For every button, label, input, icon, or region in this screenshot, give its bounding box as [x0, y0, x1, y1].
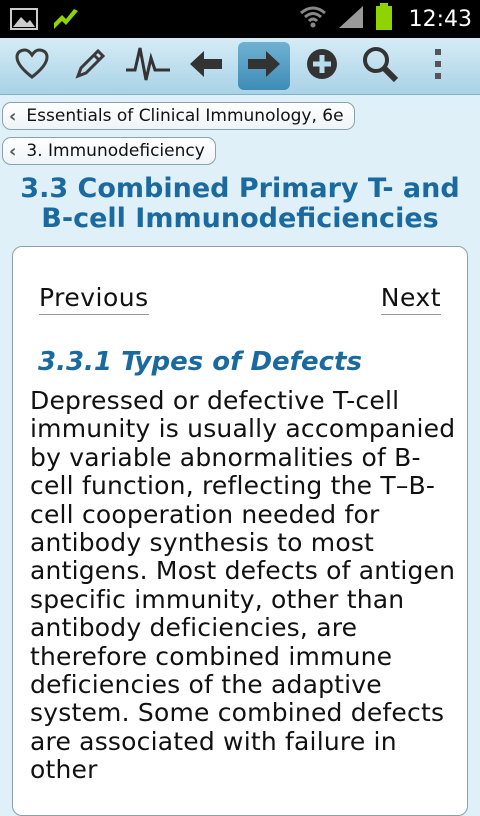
chevron-left-icon: ‹ [9, 140, 17, 162]
forward-button[interactable] [238, 42, 290, 90]
page-title: 3.3 Combined Primary T- and B-cell Immun… [20, 173, 460, 234]
breadcrumb-label: Essentials of Clinical Immunology, 6e [26, 106, 344, 126]
arrow-left-icon [188, 49, 224, 83]
annotate-button[interactable] [64, 42, 116, 90]
search-icon [361, 45, 399, 87]
breadcrumb-chapter[interactable]: ‹ 3. Immunodeficiency [2, 137, 216, 165]
content-card: Previous Next 3.3.1 Types of Defects Dep… [12, 246, 468, 816]
next-link[interactable]: Next [380, 283, 441, 315]
breadcrumb-book[interactable]: ‹ Essentials of Clinical Immunology, 6e [2, 102, 355, 130]
image-icon [10, 8, 38, 34]
signal-icon [337, 4, 365, 34]
add-icon [305, 47, 339, 85]
sync-icon [52, 7, 80, 35]
pulse-icon [125, 44, 171, 88]
pencil-icon [72, 46, 108, 86]
section-heading: 3.3.1 Types of Defects [38, 347, 362, 377]
back-button[interactable] [180, 42, 232, 90]
status-bar: 12:43 [0, 0, 480, 38]
favorite-button[interactable] [6, 42, 58, 90]
body-paragraph: Depressed or defective T-cell immunity i… [30, 386, 456, 785]
overflow-menu-icon [433, 47, 443, 85]
wifi-icon [299, 5, 327, 33]
chevron-left-icon: ‹ [9, 105, 17, 127]
breadcrumb-label: 3. Immunodeficiency [26, 141, 205, 161]
previous-link[interactable]: Previous [39, 283, 149, 315]
overflow-menu-button[interactable] [412, 42, 464, 90]
add-button[interactable] [296, 42, 348, 90]
heart-icon [15, 48, 49, 84]
battery-icon [375, 3, 393, 35]
history-button[interactable] [122, 42, 174, 90]
arrow-right-icon [246, 49, 282, 83]
status-clock: 12:43 [408, 6, 472, 32]
toolbar [0, 38, 480, 95]
search-button[interactable] [354, 42, 406, 90]
